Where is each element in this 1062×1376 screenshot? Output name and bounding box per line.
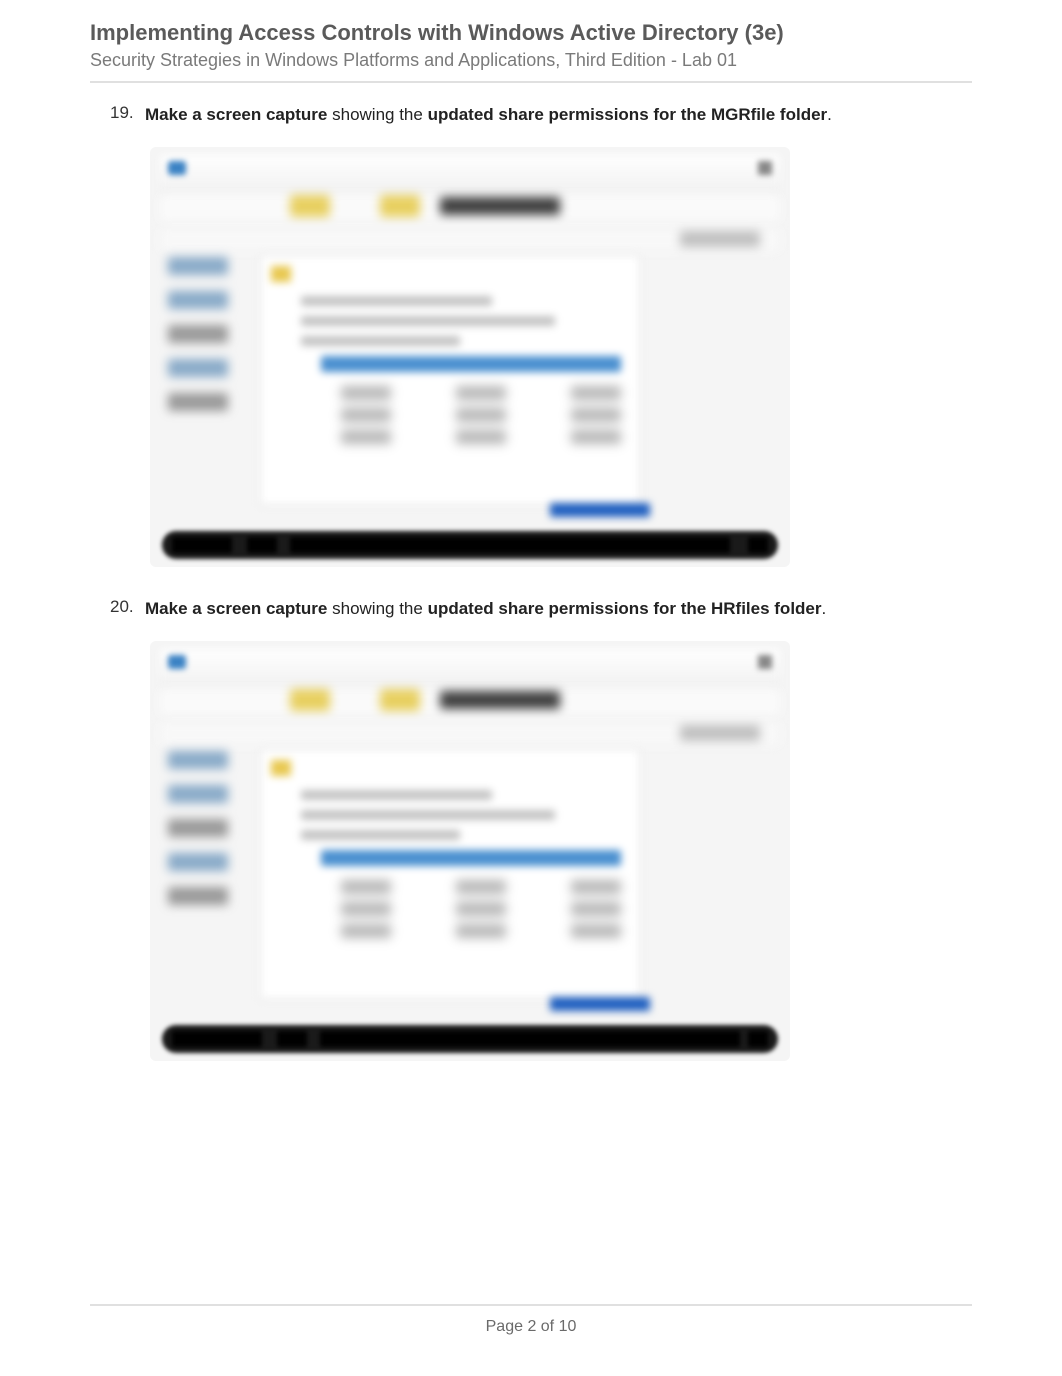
step-number: 20. xyxy=(110,597,145,621)
page-header: Implementing Access Controls with Window… xyxy=(90,20,972,83)
page-footer: Page 2 of 10 xyxy=(0,1304,1062,1336)
step-19: 19. Make a screen capture showing the up… xyxy=(90,103,972,127)
step-20: 20. Make a screen capture showing the up… xyxy=(90,597,972,621)
step-number: 19. xyxy=(110,103,145,127)
blurred-image xyxy=(150,641,790,1061)
lab-subtitle: Security Strategies in Windows Platforms… xyxy=(90,50,972,71)
page-number: Page 2 of 10 xyxy=(0,1318,1062,1336)
step-text: Make a screen capture showing the update… xyxy=(145,103,832,127)
blurred-image xyxy=(150,147,790,567)
screenshot-19 xyxy=(150,147,972,567)
screenshot-20 xyxy=(150,641,972,1061)
lab-title: Implementing Access Controls with Window… xyxy=(90,20,972,46)
step-text: Make a screen capture showing the update… xyxy=(145,597,826,621)
document-page: Implementing Access Controls with Window… xyxy=(0,0,1062,1376)
